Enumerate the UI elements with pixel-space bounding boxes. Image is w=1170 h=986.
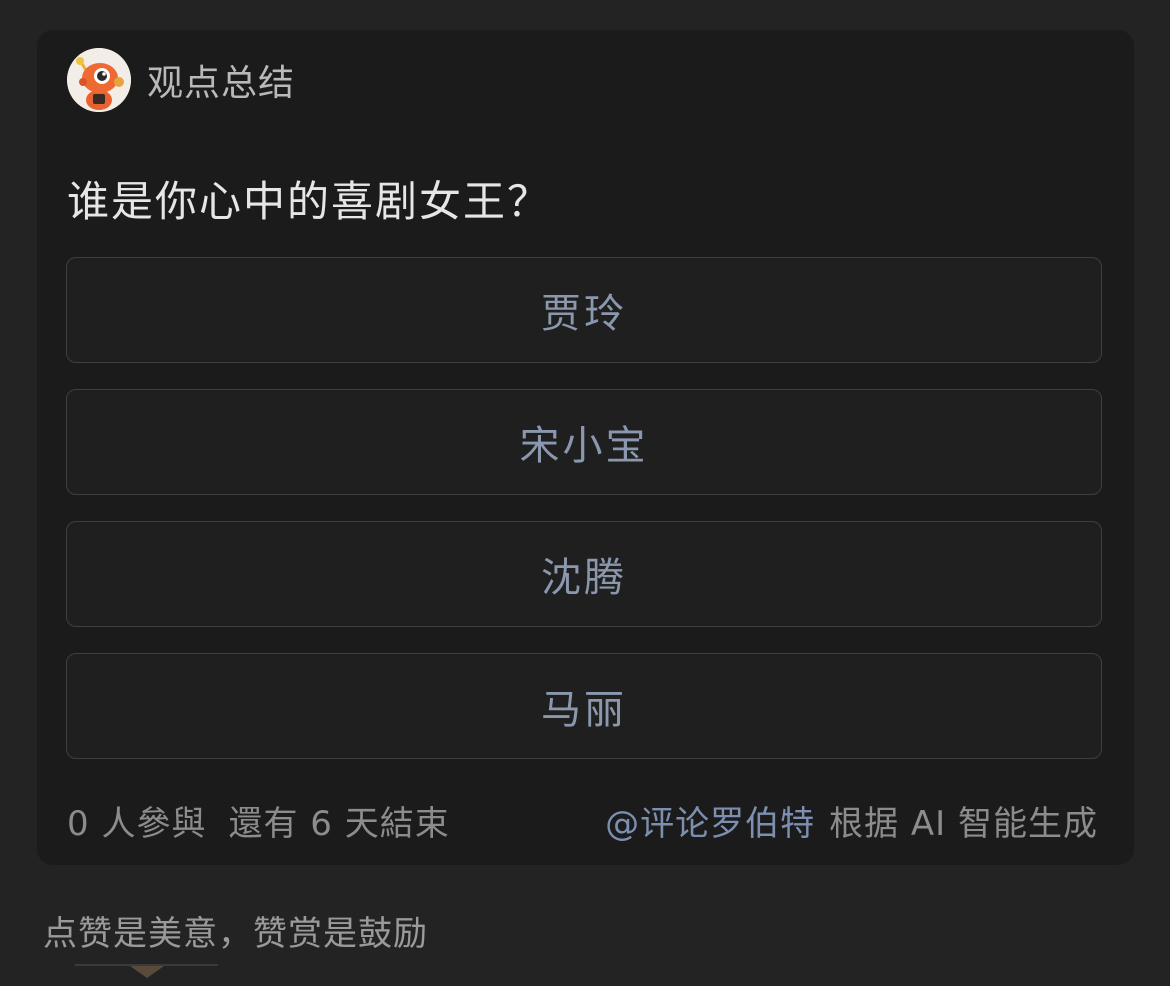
caret-down-icon [130,966,164,978]
poll-option-label: 贾玲 [541,291,627,337]
card-header: 观点总结 [67,48,295,112]
poll-option-label: 沈腾 [541,555,627,601]
poll-option-label: 马丽 [541,687,627,733]
poll-option-1[interactable]: 贾玲 [66,257,1102,363]
poll-option-4[interactable]: 马丽 [66,653,1102,759]
robot-avatar-icon[interactable] [67,48,131,112]
poll-question: 谁是你心中的喜剧女王？ [67,177,552,226]
poll-option-2[interactable]: 宋小宝 [66,389,1102,495]
reward-prompt-text: 点赞是美意，赞赏是鼓励 [43,914,428,954]
poll-option-3[interactable]: 沈腾 [66,521,1102,627]
ai-attribution: @评论罗伯特 根据 AI 智能生成 [605,796,1098,845]
poll-status: 0 人參與 還有 6 天結束 [67,796,450,845]
ai-generated-note: 根据 AI 智能生成 [829,804,1098,844]
mention-link[interactable]: @评论罗伯特 [605,804,815,844]
poll-option-label: 宋小宝 [519,423,649,469]
poll-card: 观点总结 谁是你心中的喜剧女王？ 贾玲 宋小宝 沈腾 马丽 0 人參與 還有 6 … [37,30,1134,865]
header-title: 观点总结 [147,63,296,104]
participant-count: 0 人參與 [67,804,207,844]
remaining-time: 還有 6 天結束 [228,804,450,844]
